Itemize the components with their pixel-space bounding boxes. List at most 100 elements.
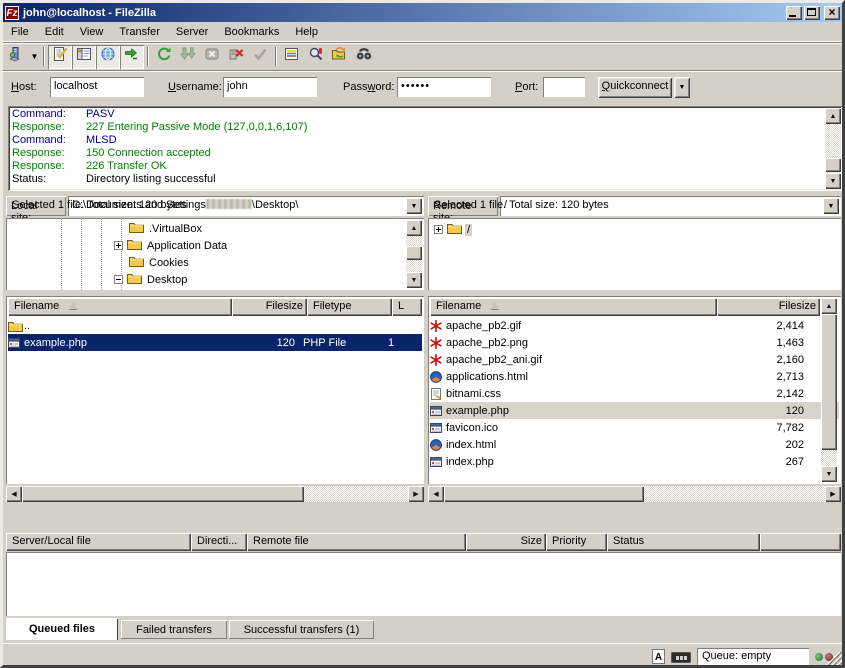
speed-limits-icon[interactable]	[671, 652, 691, 663]
queue-column-directi[interactable]: Directi...	[191, 533, 247, 551]
scroll-right-icon[interactable]: ▶	[408, 486, 424, 502]
menu-item-server[interactable]: Server	[168, 24, 216, 40]
username-field[interactable]: john	[223, 77, 317, 97]
menu-item-transfer[interactable]: Transfer	[111, 24, 168, 40]
file-row[interactable]: applications.html2,713	[430, 368, 839, 385]
apache-icon	[430, 337, 446, 349]
toggle-transfer-queue-button[interactable]	[120, 45, 144, 69]
scroll-down-icon[interactable]: ▼	[825, 173, 841, 189]
menu-item-file[interactable]: File	[3, 24, 37, 40]
resize-grip[interactable]	[827, 652, 842, 667]
port-field[interactable]	[543, 77, 585, 97]
file-row[interactable]: apache_pb2.png1,463	[430, 334, 839, 351]
expand-plus-icon[interactable]	[434, 225, 443, 234]
column-header-filesize[interactable]: Filesize	[717, 298, 820, 316]
scroll-left-icon[interactable]: ◀	[6, 486, 22, 502]
column-header-filename[interactable]: Filename	[8, 298, 232, 316]
filter-button[interactable]	[352, 45, 376, 69]
toggle-message-log-button[interactable]	[48, 45, 72, 69]
folder-icon	[447, 222, 462, 237]
menu-item-bookmarks[interactable]: Bookmarks	[216, 24, 287, 40]
quickconnect-button[interactable]: Quickconnect	[598, 77, 672, 98]
site-manager-button[interactable]	[5, 45, 29, 69]
scroll-right-icon[interactable]: ▶	[825, 486, 841, 502]
file-row[interactable]: ..	[8, 317, 422, 334]
filename-cell: ..	[24, 320, 230, 332]
scrollbar-thumb[interactable]	[406, 246, 422, 260]
file-row[interactable]: index.html202	[430, 436, 839, 453]
queue-column-blank[interactable]	[760, 533, 841, 551]
file-row[interactable]: apache_pb2_ani.gif2,160	[430, 351, 839, 368]
menu-item-view[interactable]: View	[72, 24, 112, 40]
close-button[interactable]: ×	[824, 6, 840, 20]
tree-item[interactable]: /	[434, 221, 472, 238]
refresh-button[interactable]	[152, 45, 176, 69]
tree-item[interactable]: Cookies	[114, 254, 191, 271]
tree-item[interactable]: Application Data	[114, 237, 229, 254]
file-row[interactable]: apache_pb2.gif2,414	[430, 317, 839, 334]
toggle-remote-tree-button[interactable]	[96, 45, 120, 69]
scroll-up-icon[interactable]: ▲	[406, 220, 422, 236]
file-row[interactable]: favicon.ico7,782	[430, 419, 839, 436]
file-row[interactable]: bitnami.css2,142	[430, 385, 839, 402]
password-field[interactable]: ••••••	[397, 77, 491, 97]
log-line-type: Status:	[12, 173, 86, 186]
queue-column-priority[interactable]: Priority	[546, 533, 607, 551]
transfer-type-ascii-icon[interactable]: A	[651, 649, 666, 664]
log-line-text: 227 Entering Passive Mode (127,0,0,1,6,1…	[86, 121, 307, 134]
scroll-left-icon[interactable]: ◀	[428, 486, 444, 502]
tree-item[interactable]: .VirtualBox	[114, 220, 204, 237]
local-tree-scrollbar[interactable]: ▲ ▼	[406, 220, 422, 288]
host-field[interactable]: localhost	[50, 77, 144, 97]
process-queue-button[interactable]	[176, 45, 200, 69]
html-icon	[430, 371, 446, 383]
activity-led-green	[815, 653, 823, 661]
directory-comparison-button[interactable]	[280, 45, 304, 69]
scrollbar-thumb[interactable]	[444, 486, 644, 502]
column-header-filename[interactable]: Filename	[430, 298, 717, 316]
file-row[interactable]: example.php120PHP File1	[8, 334, 422, 351]
tree-item[interactable]: Desktop	[114, 271, 189, 288]
scrollbar-thumb[interactable]	[22, 486, 304, 502]
tab-failed-transfers[interactable]: Failed transfers	[121, 620, 227, 639]
file-row[interactable]: example.php120	[430, 402, 839, 419]
remote-horizontal-scrollbar[interactable]: ◀ ▶	[428, 486, 841, 502]
file-row[interactable]: index.php267	[430, 453, 839, 470]
menu-item-edit[interactable]: Edit	[37, 24, 72, 40]
column-header-filetype[interactable]: Filetype	[307, 298, 392, 316]
reconnect-button[interactable]	[248, 45, 272, 69]
toggle-local-tree-icon	[76, 46, 92, 67]
toggle-local-tree-button[interactable]	[72, 45, 96, 69]
expand-plus-icon[interactable]	[114, 241, 123, 250]
collapse-minus-icon[interactable]	[114, 275, 123, 284]
column-header-l[interactable]: L	[392, 298, 422, 316]
disconnect-button[interactable]	[224, 45, 248, 69]
log-line-text: PASV	[86, 108, 115, 121]
svg-text:A: A	[655, 652, 662, 663]
tab-successful-transfers[interactable]: Successful transfers (1)	[229, 620, 374, 639]
scroll-down-icon[interactable]: ▼	[406, 272, 422, 288]
scrollbar-thumb[interactable]	[825, 158, 841, 172]
local-horizontal-scrollbar[interactable]: ◀ ▶	[6, 486, 424, 502]
minimize-button[interactable]	[786, 6, 802, 20]
queue-column-size[interactable]: Size	[466, 533, 546, 551]
quickconnect-dropdown-button[interactable]: ▼	[674, 77, 690, 98]
scroll-down-icon[interactable]: ▼	[821, 466, 837, 482]
queue-column-status[interactable]: Status	[607, 533, 760, 551]
scrollbar-thumb[interactable]	[821, 314, 837, 450]
tab-queued-files[interactable]: Queued files	[6, 618, 118, 640]
queue-column-serverlocalfile[interactable]: Server/Local file	[6, 533, 191, 551]
remote-list-scrollbar[interactable]: ▲ ▼	[821, 298, 837, 482]
maximize-button[interactable]	[804, 6, 820, 20]
column-header-filesize[interactable]: Filesize	[232, 298, 307, 316]
queue-column-remotefile[interactable]: Remote file	[247, 533, 466, 551]
cancel-operation-button[interactable]	[200, 45, 224, 69]
chevron-down-icon[interactable]: ▼	[29, 45, 40, 69]
synchronized-browsing-button[interactable]	[328, 45, 352, 69]
log-line: Command:MLSD	[12, 134, 822, 147]
find-files-button[interactable]	[304, 45, 328, 69]
menu-item-help[interactable]: Help	[287, 24, 326, 40]
scroll-up-icon[interactable]: ▲	[825, 108, 841, 124]
log-scrollbar[interactable]: ▲ ▼	[825, 108, 841, 189]
scroll-up-icon[interactable]: ▲	[821, 298, 837, 314]
